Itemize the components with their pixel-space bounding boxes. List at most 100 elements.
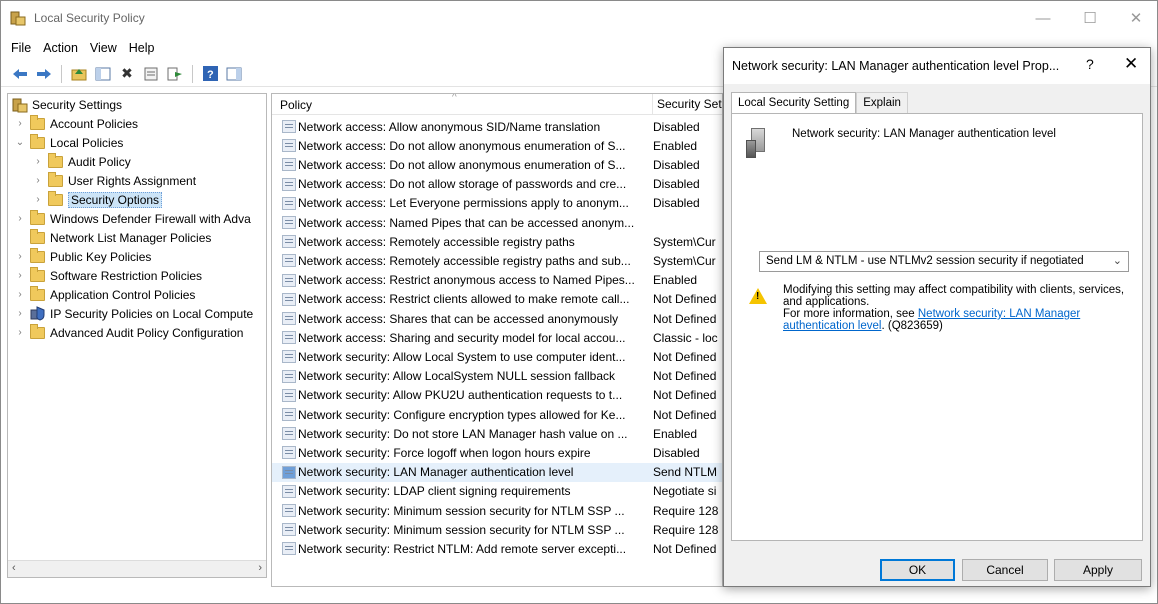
tree-horizontal-scrollbar[interactable]: ‹ › (8, 560, 266, 577)
table-row[interactable]: Network security: Do not store LAN Manag… (272, 424, 722, 443)
chevron-right-icon[interactable]: › (14, 118, 26, 129)
tree-item-application-control[interactable]: › Application Control Policies (14, 285, 195, 304)
table-row[interactable]: Network access: Let Everyone permissions… (272, 194, 722, 213)
tree-item-user-rights-assignment[interactable]: › User Rights Assignment (32, 171, 196, 190)
security-setting-value: Negotiate si (653, 484, 717, 499)
tree-item-audit-policy[interactable]: › Audit Policy (32, 152, 131, 171)
authentication-level-select[interactable]: Send LM & NTLM - use NTLMv2 session secu… (759, 251, 1129, 272)
maximize-button[interactable]: ☐ (1067, 1, 1113, 35)
table-row[interactable]: Network security: LDAP client signing re… (272, 482, 722, 501)
table-row[interactable]: Network access: Shares that can be acces… (272, 309, 722, 328)
table-row[interactable]: Network security: Allow Local System to … (272, 347, 722, 366)
chevron-right-icon[interactable]: › (32, 194, 44, 205)
policy-name: Network access: Sharing and security mod… (298, 330, 626, 345)
table-row[interactable]: Network security: Minimum session securi… (272, 520, 722, 539)
close-button[interactable]: ✕ (1113, 1, 1158, 35)
delete-icon[interactable]: ✖ (118, 65, 136, 83)
chevron-right-icon[interactable]: › (14, 270, 26, 281)
table-row[interactable]: Network security: LAN Manager authentica… (272, 462, 722, 482)
policy-setting-icon (282, 350, 296, 364)
chevron-right-icon[interactable]: › (14, 251, 26, 262)
tree-item-security-options[interactable]: › Security Options (32, 190, 163, 209)
chevron-right-icon[interactable]: › (14, 289, 26, 300)
tree-label: Advanced Audit Policy Configuration (50, 325, 244, 340)
table-row[interactable]: Network access: Do not allow anonymous e… (272, 136, 722, 155)
cancel-button[interactable]: Cancel (962, 559, 1048, 581)
table-row[interactable]: Network security: Minimum session securi… (272, 501, 722, 520)
chevron-down-icon[interactable]: ⌄ (14, 137, 26, 148)
scroll-left-icon[interactable]: ‹ (12, 562, 16, 574)
folder-icon (30, 133, 45, 149)
tab-explain[interactable]: Explain (856, 92, 908, 113)
scroll-right-icon[interactable]: › (258, 562, 262, 574)
chevron-right-icon[interactable]: › (32, 175, 44, 186)
tree-item-software-restriction[interactable]: › Software Restriction Policies (14, 266, 202, 285)
properties-dialog: Network security: LAN Manager authentica… (723, 47, 1151, 587)
table-row[interactable]: Network security: Allow LocalSystem NULL… (272, 367, 722, 386)
tab-local-security-setting[interactable]: Local Security Setting (731, 92, 857, 114)
policy-setting-icon (282, 504, 296, 517)
tree-item-advanced-audit[interactable]: › Advanced Audit Policy Configuration (14, 323, 243, 342)
chevron-right-icon[interactable]: › (14, 213, 26, 224)
table-row[interactable]: Network access: Sharing and security mod… (272, 328, 722, 347)
tree-item-local-policies[interactable]: ⌄ Local Policies (14, 133, 123, 152)
tree-item-public-key-policies[interactable]: › Public Key Policies (14, 247, 151, 266)
export-list-icon[interactable] (166, 65, 184, 83)
show-console-icon[interactable] (225, 65, 243, 83)
table-row[interactable]: Network security: Allow PKU2U authentica… (272, 386, 722, 405)
up-folder-icon[interactable] (70, 65, 88, 83)
chevron-right-icon[interactable]: › (14, 327, 26, 338)
sort-ascending-icon: ^ (452, 93, 457, 103)
policy-setting-icon (282, 158, 296, 172)
back-icon[interactable] (11, 65, 29, 83)
column-header-security-setting[interactable]: Security Set (652, 94, 722, 115)
policy-setting-icon (282, 369, 296, 383)
table-row[interactable]: Network security: Restrict NTLM: Add rem… (272, 539, 722, 558)
menu-action[interactable]: Action (37, 41, 84, 55)
folder-icon (48, 152, 63, 168)
policy-setting-icon (282, 542, 296, 556)
chevron-down-icon: ⌄ (1112, 255, 1122, 267)
table-row[interactable]: Network security: Configure encryption t… (272, 405, 722, 424)
help-icon[interactable]: ? (201, 65, 219, 83)
tree-root-security-settings[interactable]: Security Settings (12, 95, 122, 114)
properties-icon[interactable] (142, 65, 160, 83)
setting-name: Network security: LAN Manager authentica… (792, 128, 1056, 140)
forward-icon[interactable] (35, 65, 53, 83)
window-title: Local Security Policy (34, 11, 145, 25)
folder-icon (30, 114, 45, 130)
security-setting-value: System\Cur (653, 253, 716, 268)
chevron-right-icon[interactable]: › (14, 308, 26, 319)
table-row[interactable]: Network security: Force logoff when logo… (272, 443, 722, 462)
column-header-policy[interactable]: Policy (280, 98, 312, 112)
security-setting-value: Not Defined (653, 369, 717, 384)
tree-item-windows-defender-firewall[interactable]: › Windows Defender Firewall with Adva (14, 209, 251, 228)
security-setting-value: Require 128 (653, 503, 719, 518)
tree-item-ip-security-policies[interactable]: › IP Security Policies on Local Compute (14, 304, 253, 323)
minimize-button[interactable]: — (1020, 1, 1066, 35)
table-row[interactable]: Network access: Allow anonymous SID/Name… (272, 117, 722, 136)
security-settings-icon (12, 98, 28, 112)
close-icon[interactable]: ✕ (1124, 54, 1138, 74)
tree-item-network-list-manager[interactable]: Network List Manager Policies (14, 228, 211, 247)
menu-file[interactable]: File (5, 41, 37, 55)
menu-help[interactable]: Help (123, 41, 161, 55)
help-icon[interactable]: ? (1086, 56, 1094, 72)
table-row[interactable]: Network access: Remotely accessible regi… (272, 251, 722, 270)
policy-name: Network access: Restrict anonymous acces… (298, 273, 635, 288)
policy-name: Network security: Minimum session securi… (298, 522, 625, 537)
policy-setting-icon (282, 177, 296, 191)
table-row[interactable]: Network access: Do not allow anonymous e… (272, 155, 722, 174)
table-row[interactable]: Network access: Do not allow storage of … (272, 175, 722, 194)
ok-button[interactable]: OK (880, 559, 955, 581)
apply-button[interactable]: Apply (1054, 559, 1142, 581)
security-setting-value: Not Defined (653, 349, 717, 364)
table-row[interactable]: Network access: Restrict clients allowed… (272, 290, 722, 309)
menu-view[interactable]: View (84, 41, 123, 55)
tree-item-account-policies[interactable]: › Account Policies (14, 114, 138, 133)
table-row[interactable]: Network access: Remotely accessible regi… (272, 232, 722, 251)
table-row[interactable]: Network access: Restrict anonymous acces… (272, 271, 722, 290)
show-hide-tree-icon[interactable] (94, 65, 112, 83)
chevron-right-icon[interactable]: › (32, 156, 44, 167)
table-row[interactable]: Network access: Named Pipes that can be … (272, 213, 722, 232)
